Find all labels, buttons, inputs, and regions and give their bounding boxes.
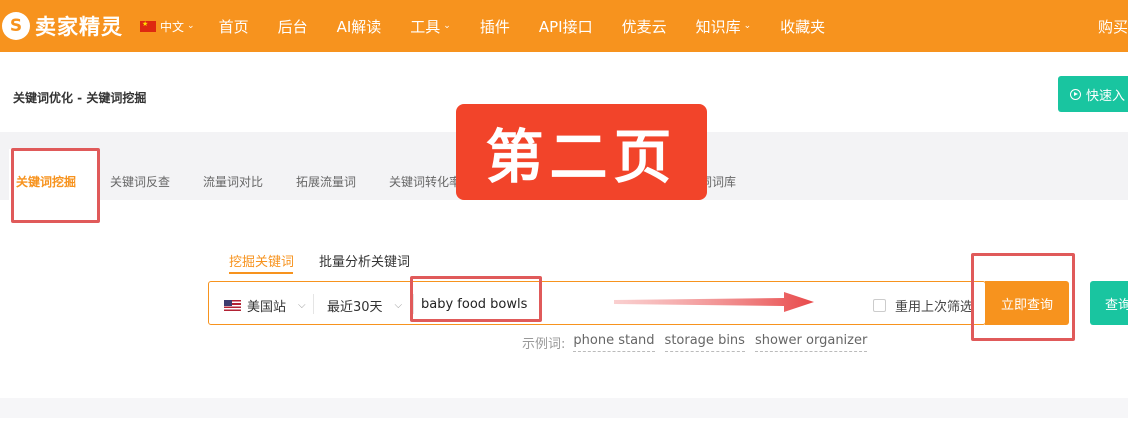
subtab-underline <box>229 272 293 274</box>
top-nav: S 卖家精灵 中文 ⌄ 首页 后台 AI解读 工具⌄ 插件 API接口 优麦云 … <box>0 0 1128 52</box>
nav-plugins[interactable]: 插件 <box>480 16 510 37</box>
annotation-box-query <box>971 253 1075 341</box>
nav-knowledge[interactable]: 知识库 ⌄ <box>696 16 752 37</box>
reuse-filter-label: 重用上次筛选 <box>895 300 974 315</box>
example-keyword[interactable]: phone stand <box>573 333 655 352</box>
play-circle-icon <box>1070 88 1081 100</box>
nav-youmaiyun[interactable]: 优麦云 <box>622 16 667 37</box>
tab-conversion-rate[interactable]: 关键词转化率 <box>389 173 461 190</box>
chevron-down-icon: ⌵ <box>394 300 403 311</box>
chevron-down-icon: ⌄ <box>443 21 451 31</box>
nav-tools[interactable]: 工具 ⌄ <box>410 16 451 37</box>
china-flag-icon <box>140 20 156 32</box>
site-select[interactable]: 美国站 ⌵ <box>224 296 306 315</box>
annotation-box-tab <box>11 148 100 223</box>
tab-traffic-compare[interactable]: 流量词对比 <box>203 173 263 190</box>
reuse-filter-checkbox[interactable]: 重用上次筛选 <box>873 296 973 315</box>
subtab-mine-keywords[interactable]: 挖掘关键词 <box>229 251 294 270</box>
subtab-batch-analysis[interactable]: 批量分析关键词 <box>319 251 410 270</box>
example-keyword[interactable]: shower organizer <box>754 333 868 352</box>
tab-expand-traffic[interactable]: 拓展流量词 <box>296 173 356 190</box>
query-button[interactable]: 查询 <box>1090 281 1128 325</box>
annotation-box-keyword <box>410 276 542 322</box>
us-flag-icon <box>224 300 241 311</box>
language-selector[interactable]: 中文 ⌄ <box>140 18 195 35</box>
checkbox-icon <box>873 299 886 312</box>
nav-buy[interactable]: 购买 <box>1098 16 1128 37</box>
chevron-down-icon: ⌄ <box>743 21 752 31</box>
annotation-arrow-icon <box>614 292 814 312</box>
tab-reverse-lookup[interactable]: 关键词反查 <box>110 173 170 190</box>
period-select[interactable]: 最近30天 ⌵ <box>327 296 402 315</box>
logo[interactable]: S 卖家精灵 <box>2 11 123 41</box>
search-box: 美国站 ⌵ 最近30天 ⌵ 重用上次筛选 <box>208 281 986 325</box>
quick-entry-label: 快速入 <box>1086 88 1126 104</box>
language-label: 中文 <box>160 19 185 34</box>
nav-ai[interactable]: AI解读 <box>337 16 382 37</box>
nav-home[interactable]: 首页 <box>219 16 249 37</box>
logo-text: 卖家精灵 <box>35 15 123 39</box>
page-two-badge: 第二页 <box>456 104 707 200</box>
chevron-down-icon: ⌵ <box>298 300 306 311</box>
quick-entry-button[interactable]: 快速入 <box>1058 76 1128 112</box>
nav-knowledge-label: 知识库 <box>695 17 741 36</box>
footer-strip <box>0 418 1128 434</box>
example-keywords: 示例词: phone stand storage bins shower org… <box>522 333 868 352</box>
nav-dashboard[interactable]: 后台 <box>278 16 308 37</box>
example-keyword[interactable]: storage bins <box>664 333 745 352</box>
period-value: 最近30天 <box>327 300 383 315</box>
logo-icon: S <box>2 12 30 40</box>
search-panel: 挖掘关键词 批量分析关键词 美国站 ⌵ 最近30天 ⌵ 重用上次筛选 立即查询 … <box>0 200 1128 398</box>
nav-favorites[interactable]: 收藏夹 <box>780 16 825 37</box>
breadcrumb: 关键词优化 - 关键词挖掘 <box>13 91 147 105</box>
examples-label: 示例词: <box>522 337 566 352</box>
nav-api[interactable]: API接口 <box>539 16 593 37</box>
site-value: 美国站 <box>247 300 287 315</box>
chevron-down-icon: ⌄ <box>187 21 195 31</box>
nav-tools-label: 工具 <box>410 17 441 36</box>
divider <box>313 294 314 314</box>
